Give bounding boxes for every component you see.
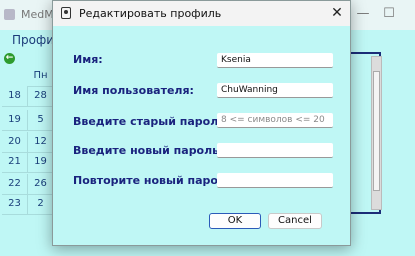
- ok-button[interactable]: OK: [209, 213, 261, 229]
- profile-icon: [61, 7, 71, 19]
- dialog-titlebar: Редактировать профиль ✕: [53, 1, 350, 26]
- table-cell[interactable]: 21: [2, 152, 28, 173]
- table-cell[interactable]: 22: [2, 174, 28, 195]
- table-cell[interactable]: 28: [28, 86, 54, 107]
- name-input[interactable]: [217, 53, 333, 68]
- table-cell[interactable]: 19: [2, 110, 28, 131]
- new-password-input[interactable]: [217, 143, 333, 158]
- scrollbar-thumb[interactable]: [373, 71, 380, 191]
- username-label: Имя пользователя:: [73, 84, 194, 97]
- maximize-button[interactable]: ☐: [381, 6, 397, 22]
- table-cell[interactable]: 2: [28, 194, 54, 215]
- name-label: Имя:: [73, 53, 103, 66]
- table-cell[interactable]: 23: [2, 194, 28, 215]
- repeat-password-label: Повторите новый пароль:: [73, 174, 238, 187]
- table-cell[interactable]: 26: [28, 174, 54, 195]
- old-password-label: Введите старый пароль:: [73, 115, 230, 128]
- table-cell[interactable]: 12: [28, 132, 54, 153]
- close-icon[interactable]: ✕: [328, 4, 346, 22]
- vertical-scrollbar[interactable]: [371, 56, 382, 210]
- back-arrow-icon[interactable]: ←: [4, 53, 15, 64]
- table-cell[interactable]: 5: [28, 110, 54, 131]
- table-cell[interactable]: 18: [2, 86, 28, 107]
- table-cell[interactable]: 20: [2, 132, 28, 153]
- table-cell[interactable]: 19: [28, 152, 54, 173]
- new-password-label: Введите новый пароль:: [73, 144, 224, 157]
- table-header: Пн: [28, 66, 54, 87]
- app-icon: [4, 9, 15, 20]
- dialog-title: Редактировать профиль: [79, 7, 222, 20]
- cancel-button[interactable]: Cancel: [268, 213, 322, 229]
- minimize-button[interactable]: —: [355, 6, 371, 22]
- edit-profile-dialog: Редактировать профиль ✕ Имя: Имя пользов…: [52, 0, 351, 246]
- repeat-password-input[interactable]: [217, 173, 333, 188]
- username-input[interactable]: [217, 83, 333, 98]
- old-password-input[interactable]: [217, 113, 333, 128]
